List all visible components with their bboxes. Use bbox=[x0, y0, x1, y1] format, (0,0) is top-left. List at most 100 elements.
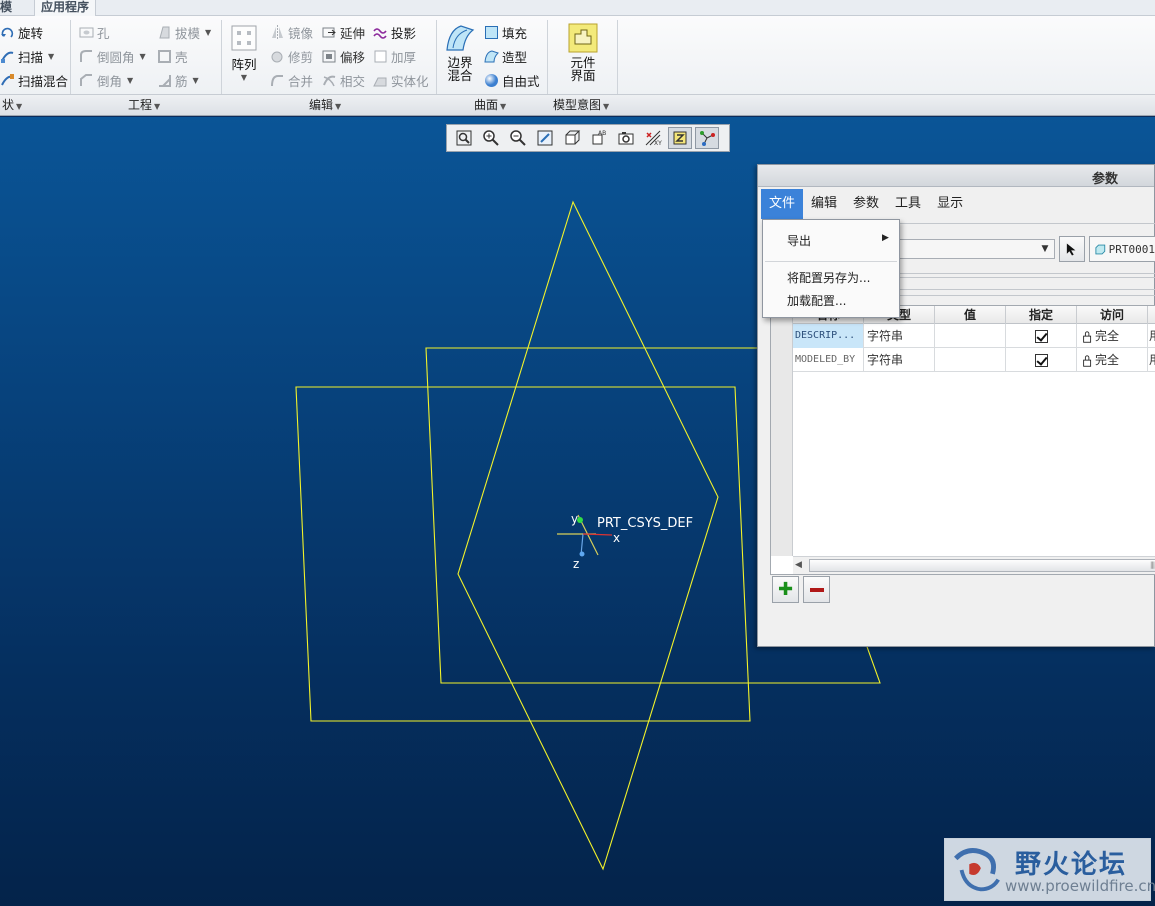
dialog-title-bar[interactable]: 参数 bbox=[758, 165, 1154, 187]
pattern-button[interactable]: 阵列 ▼ bbox=[228, 24, 260, 84]
round-icon bbox=[79, 49, 94, 64]
pattern-dropdown-icon[interactable]: ▼ bbox=[241, 71, 247, 84]
component-interface-icon bbox=[567, 22, 599, 54]
fill-button[interactable]: 填充 bbox=[484, 22, 527, 42]
chamfer-dropdown-icon[interactable]: ▼ bbox=[127, 76, 133, 85]
sweep-icon bbox=[0, 49, 15, 64]
swept-blend-icon bbox=[0, 73, 15, 88]
menu-tools[interactable]: 工具 bbox=[887, 189, 929, 219]
param-extra-cell[interactable]: 用 bbox=[1148, 348, 1155, 372]
watermark-logo-icon bbox=[954, 848, 1000, 892]
remove-parameter-button[interactable] bbox=[803, 576, 830, 603]
hole-button[interactable]: 孔 bbox=[79, 22, 110, 42]
solidify-button[interactable]: 实体化 bbox=[373, 70, 429, 90]
sweep-button[interactable]: 扫描 ▼ bbox=[0, 46, 54, 66]
param-value-cell[interactable] bbox=[935, 324, 1006, 348]
perspective-button[interactable]: XY bbox=[641, 127, 665, 149]
saved-orientations-button[interactable]: AB bbox=[587, 127, 611, 149]
surface-group-label[interactable]: 曲面 ▼ bbox=[474, 97, 506, 113]
menu-item-load-config[interactable]: 加载配置... bbox=[787, 292, 846, 309]
style-button[interactable]: 造型 bbox=[484, 46, 527, 66]
csys-axis-x-label: x bbox=[613, 531, 620, 545]
menu-file[interactable]: 文件 bbox=[761, 189, 804, 219]
menu-parameters[interactable]: 参数 bbox=[845, 189, 887, 219]
display-style-button[interactable] bbox=[560, 127, 584, 149]
lookin-combo[interactable]: ▼ bbox=[898, 239, 1055, 259]
table-row[interactable]: DESCRIP... 字符串 完全 用 bbox=[793, 324, 1155, 348]
sweep-dropdown-icon[interactable]: ▼ bbox=[48, 52, 54, 61]
menu-edit[interactable]: 编辑 bbox=[803, 189, 845, 219]
draft-button[interactable]: 拔模 ▼ bbox=[157, 22, 211, 42]
component-interface-button[interactable]: 元件 界面 bbox=[566, 22, 600, 82]
tab-applications[interactable]: 应用程序 bbox=[34, 0, 97, 16]
add-parameter-button[interactable]: ✚ bbox=[772, 576, 799, 603]
plane-display-toggle[interactable] bbox=[668, 127, 692, 149]
menu-item-export[interactable]: 导出 bbox=[787, 232, 811, 249]
param-extra-cell[interactable]: 用 bbox=[1148, 324, 1155, 348]
freestyle-button[interactable]: 自由式 bbox=[484, 70, 540, 90]
param-name-cell[interactable]: DESCRIP... bbox=[793, 324, 864, 348]
watermark-url: www.proewildfire.cn bbox=[1005, 877, 1155, 895]
merge-button[interactable]: 合并 bbox=[270, 70, 313, 90]
intersect-button[interactable]: 相交 bbox=[322, 70, 365, 90]
round-button[interactable]: 倒圆角 ▼ bbox=[79, 46, 146, 66]
round-dropdown-icon[interactable]: ▼ bbox=[140, 52, 146, 61]
table-row[interactable]: MODELED_BY 字符串 完全 用 bbox=[793, 348, 1155, 372]
param-name-cell[interactable]: MODELED_BY bbox=[793, 348, 864, 372]
divider bbox=[898, 289, 1155, 290]
boundary-blend-button[interactable]: 边界 混合 bbox=[443, 22, 477, 82]
draft-icon bbox=[157, 25, 172, 40]
shell-button[interactable]: 壳 bbox=[157, 46, 188, 66]
rib-dropdown-icon[interactable]: ▼ bbox=[193, 76, 199, 85]
lock-icon bbox=[1083, 330, 1092, 343]
chamfer-button[interactable]: 倒角 ▼ bbox=[79, 70, 133, 90]
shape-group-label[interactable]: 状 ▼ bbox=[2, 97, 22, 113]
revolve-button[interactable]: 旋转 bbox=[0, 22, 43, 42]
repaint-button[interactable] bbox=[533, 127, 557, 149]
column-header-access[interactable]: 访问 bbox=[1077, 306, 1148, 324]
extend-icon bbox=[322, 25, 337, 40]
param-access-cell[interactable]: 完全 bbox=[1077, 348, 1148, 372]
extend-button[interactable]: 延伸 bbox=[322, 22, 365, 42]
scroll-left-icon[interactable]: ◀ bbox=[795, 560, 802, 570]
datum-plane-right[interactable] bbox=[295, 386, 751, 722]
designate-checkbox[interactable] bbox=[1034, 330, 1048, 343]
param-value-cell[interactable] bbox=[935, 348, 1006, 372]
tab-model[interactable]: 模 bbox=[0, 0, 12, 16]
param-designate-cell bbox=[1006, 348, 1077, 372]
pattern-icon bbox=[230, 24, 258, 52]
column-header-designate[interactable]: 指定 bbox=[1006, 306, 1077, 324]
designate-checkbox[interactable] bbox=[1034, 354, 1048, 367]
column-header-value[interactable]: 值 bbox=[935, 306, 1006, 324]
engineering-group-label[interactable]: 工程 ▼ bbox=[128, 97, 160, 113]
csys[interactable]: y x z PRT_CSYS_DEF bbox=[557, 512, 693, 571]
zoom-in-button[interactable] bbox=[479, 127, 503, 149]
zoom-out-button[interactable] bbox=[506, 127, 530, 149]
model-intent-group-label[interactable]: 模型意图 ▼ bbox=[553, 97, 609, 113]
horizontal-scrollbar[interactable]: ◀ |||| bbox=[793, 556, 1155, 574]
param-type-cell[interactable]: 字符串 bbox=[864, 324, 935, 348]
chevron-down-icon[interactable]: ▼ bbox=[1038, 242, 1052, 256]
zoom-out-icon bbox=[510, 130, 526, 146]
param-access-cell[interactable]: 完全 bbox=[1077, 324, 1148, 348]
datum-plane-display-icon bbox=[673, 131, 687, 145]
offset-button[interactable]: 偏移 bbox=[322, 46, 365, 66]
menu-display[interactable]: 显示 bbox=[929, 189, 971, 219]
menu-item-save-config[interactable]: 将配置另存为... bbox=[787, 269, 870, 286]
merge-icon bbox=[270, 73, 285, 88]
select-object-button[interactable] bbox=[1059, 236, 1085, 262]
rib-button[interactable]: 筋 ▼ bbox=[157, 70, 199, 90]
mirror-button[interactable]: 镜像 bbox=[270, 22, 313, 42]
csys-display-toggle[interactable] bbox=[695, 127, 719, 149]
param-type-cell[interactable]: 字符串 bbox=[864, 348, 935, 372]
edit-group-label[interactable]: 编辑 ▼ bbox=[309, 97, 341, 113]
part-name-field[interactable]: PRT0001 bbox=[1089, 236, 1155, 262]
trim-button[interactable]: 修剪 bbox=[270, 46, 313, 66]
scrollbar-thumb[interactable]: |||| bbox=[809, 559, 1155, 572]
refit-button[interactable] bbox=[452, 127, 476, 149]
view-manager-button[interactable] bbox=[614, 127, 638, 149]
swept-blend-button[interactable]: 扫描混合 bbox=[0, 70, 68, 90]
thicken-button[interactable]: 加厚 bbox=[373, 46, 416, 66]
project-button[interactable]: 投影 bbox=[373, 22, 416, 42]
draft-dropdown-icon[interactable]: ▼ bbox=[205, 28, 211, 37]
